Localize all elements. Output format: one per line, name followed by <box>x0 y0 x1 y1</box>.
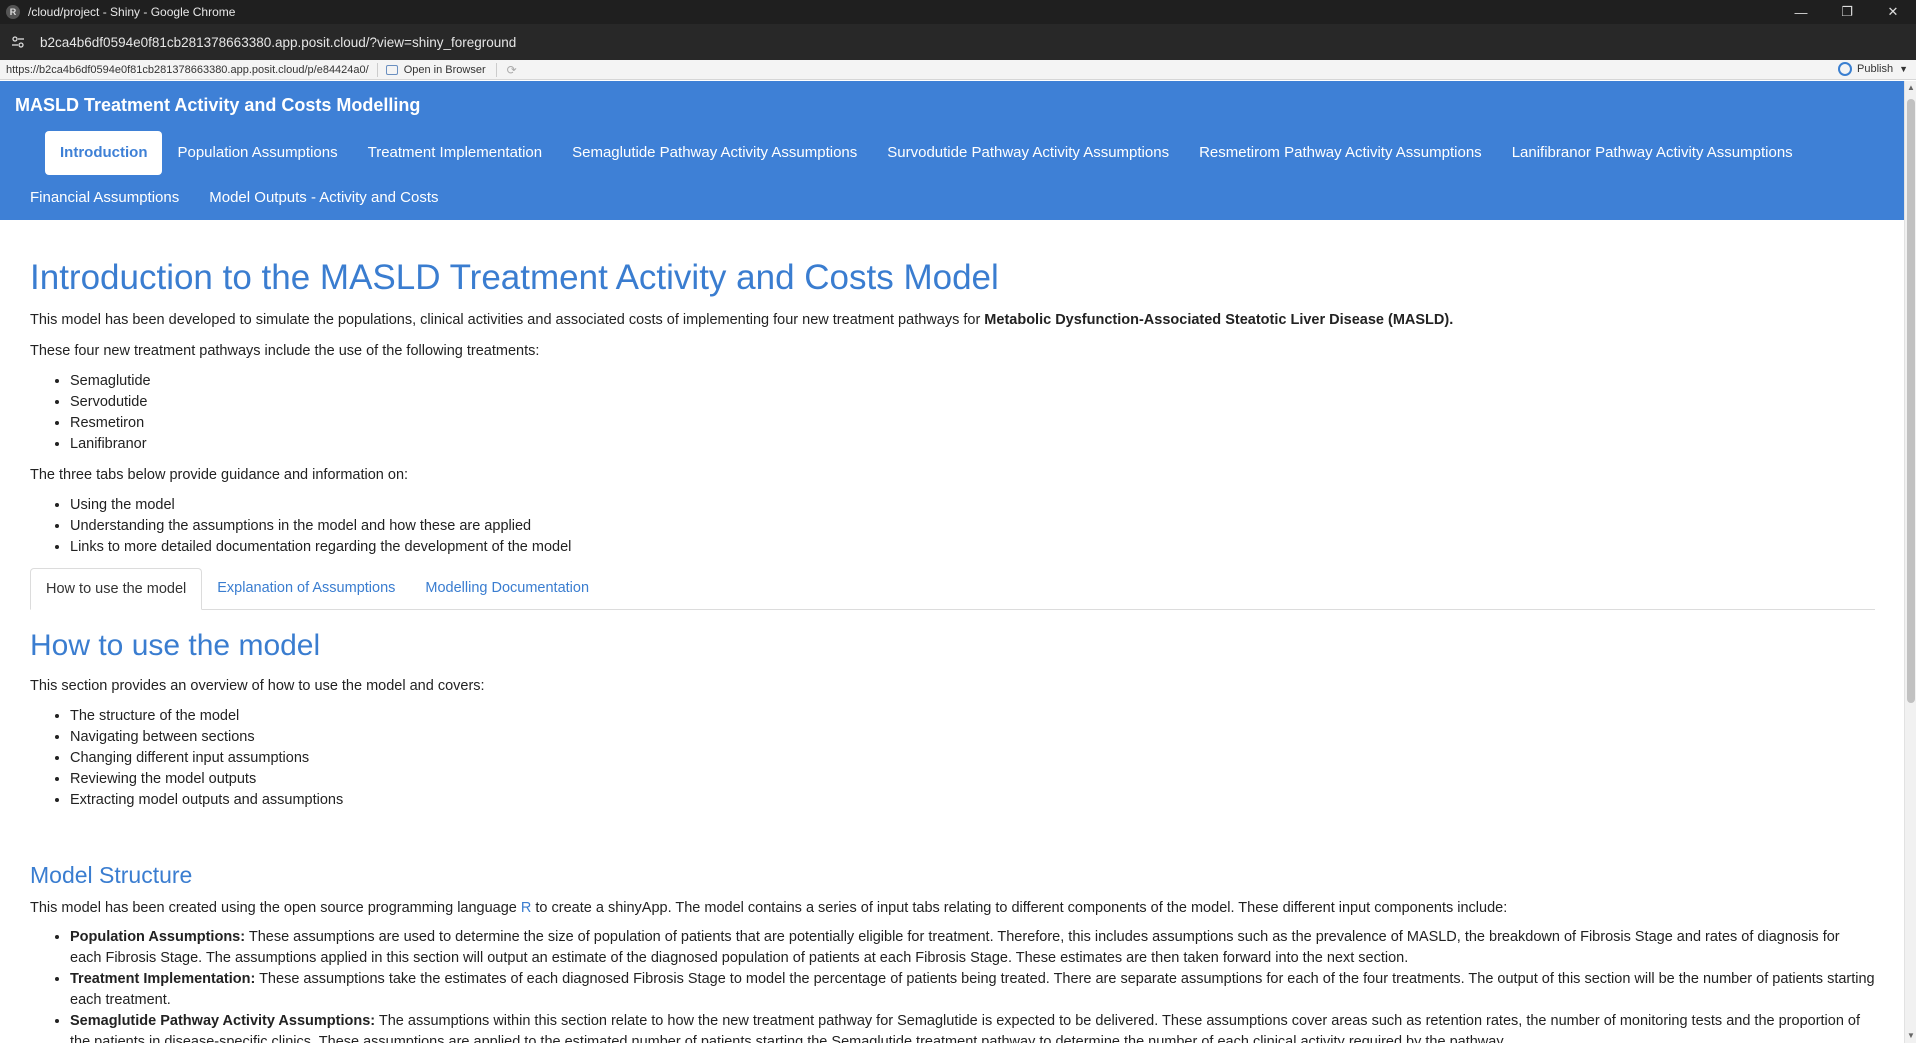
list-item: Treatment Implementation: These assumpti… <box>70 969 1875 1011</box>
guidance-list: Using the model Understanding the assump… <box>70 495 1875 558</box>
nav-resmetirom[interactable]: Resmetirom Pathway Activity Assumptions <box>1184 131 1497 175</box>
main-content: Introduction to the MASLD Treatment Acti… <box>30 220 1875 1043</box>
component-text: These assumptions are used to determine … <box>70 929 1840 966</box>
structure-paragraph: This model has been created using the op… <box>30 898 1875 918</box>
component-label: Population Assumptions: <box>70 929 246 945</box>
intro-paragraph-3: The three tabs below provide guidance an… <box>30 467 409 483</box>
publish-button[interactable]: Publish ▼ <box>1838 62 1908 76</box>
how-paragraph: This section provides an overview of how… <box>30 678 485 694</box>
list-item: Lanifibranor <box>70 434 1875 455</box>
component-text: These assumptions take the estimates of … <box>70 971 1875 1008</box>
scroll-down-icon[interactable]: ▼ <box>1905 1029 1916 1043</box>
vertical-scrollbar[interactable]: ▲ ▼ <box>1904 81 1916 1043</box>
nav-row-1: Introduction Population Assumptions Trea… <box>45 131 1808 175</box>
list-item: Resmetiron <box>70 413 1875 434</box>
component-label: Treatment Implementation: <box>70 971 256 987</box>
close-icon[interactable]: ✕ <box>1870 0 1916 24</box>
treatment-list: Semaglutide Servodutide Resmetiron Lanif… <box>70 371 1875 455</box>
r-link[interactable]: R <box>521 900 531 916</box>
open-browser-icon <box>385 64 398 75</box>
nav-row-2: Financial Assumptions Model Outputs - Ac… <box>15 176 454 220</box>
window-controls: — ❐ ✕ <box>1778 0 1916 24</box>
tab-modelling-documentation[interactable]: Modelling Documentation <box>410 568 604 610</box>
window-titlebar: R /cloud/project - Shiny - Google Chrome… <box>0 0 1916 24</box>
nav-treatment-implementation[interactable]: Treatment Implementation <box>353 131 558 175</box>
app-brand: MASLD Treatment Activity and Costs Model… <box>15 95 421 115</box>
shiny-app: MASLD Treatment Activity and Costs Model… <box>0 81 1904 1043</box>
list-item: Reviewing the model outputs <box>70 769 1875 790</box>
address-url[interactable]: b2ca4b6df0594e0f81cb281378663380.app.pos… <box>40 35 516 50</box>
tabset: How to use the model Explanation of Assu… <box>30 568 1875 610</box>
window-title: /cloud/project - Shiny - Google Chrome <box>28 5 236 19</box>
nav-population-assumptions[interactable]: Population Assumptions <box>162 131 352 175</box>
scroll-up-icon[interactable]: ▲ <box>1905 81 1916 95</box>
tab-how-to-use[interactable]: How to use the model <box>30 568 203 610</box>
minimize-icon[interactable]: — <box>1778 0 1824 24</box>
viewer-url[interactable]: https://b2ca4b6df0594e0f81cb281378663380… <box>0 62 378 77</box>
viewer-toolbar: https://b2ca4b6df0594e0f81cb281378663380… <box>0 60 1916 80</box>
nav-survodutide[interactable]: Survodutide Pathway Activity Assumptions <box>872 131 1184 175</box>
publish-label: Publish <box>1857 63 1894 75</box>
list-item: Links to more detailed documentation reg… <box>70 537 1875 558</box>
intro-paragraph-2: These four new treatment pathways includ… <box>30 343 540 359</box>
scrollbar-thumb[interactable] <box>1907 99 1915 703</box>
component-label: Semaglutide Pathway Activity Assumptions… <box>70 1013 376 1029</box>
page-title: Introduction to the MASLD Treatment Acti… <box>30 258 999 297</box>
open-in-browser-button[interactable]: Open in Browser <box>385 62 497 77</box>
nav-financial-assumptions[interactable]: Financial Assumptions <box>15 176 194 220</box>
list-item: Extracting model outputs and assumptions <box>70 790 1875 811</box>
list-item: Understanding the assumptions in the mod… <box>70 516 1875 537</box>
nav-introduction[interactable]: Introduction <box>45 131 163 175</box>
intro-bold: Metabolic Dysfunction-Associated Steatot… <box>984 312 1454 328</box>
list-item: Servodutide <box>70 392 1875 413</box>
components-list: Population Assumptions: These assumption… <box>70 927 1875 1043</box>
list-item: The structure of the model <box>70 706 1875 727</box>
nav-lanifibranor[interactable]: Lanifibranor Pathway Activity Assumption… <box>1497 131 1808 175</box>
address-bar[interactable]: b2ca4b6df0594e0f81cb281378663380.app.pos… <box>0 24 1916 60</box>
nav-semaglutide[interactable]: Semaglutide Pathway Activity Assumptions <box>557 131 872 175</box>
list-item: Population Assumptions: These assumption… <box>70 927 1875 969</box>
intro-paragraph-1: This model has been developed to simulat… <box>30 310 1875 330</box>
refresh-icon[interactable]: ⟳ <box>505 63 519 77</box>
publish-icon <box>1838 62 1852 76</box>
list-item: Using the model <box>70 495 1875 516</box>
section-title: How to use the model <box>30 629 321 662</box>
structure-text-pre: This model has been created using the op… <box>30 900 521 916</box>
site-info-icon[interactable] <box>10 34 26 50</box>
model-structure-title: Model Structure <box>30 862 193 888</box>
intro-text: This model has been developed to simulat… <box>30 312 985 328</box>
open-in-browser-label: Open in Browser <box>403 63 486 76</box>
restore-icon[interactable]: ❐ <box>1824 0 1870 24</box>
rstudio-icon: R <box>6 5 20 19</box>
structure-text-post: to create a shinyApp. The model contains… <box>531 900 1508 916</box>
tab-explanation-of-assumptions[interactable]: Explanation of Assumptions <box>202 568 410 610</box>
list-item: Navigating between sections <box>70 727 1875 748</box>
navbar: MASLD Treatment Activity and Costs Model… <box>0 81 1904 220</box>
list-item: Semaglutide Pathway Activity Assumptions… <box>70 1011 1875 1043</box>
list-item: Semaglutide <box>70 371 1875 392</box>
list-item: Changing different input assumptions <box>70 748 1875 769</box>
how-list: The structure of the model Navigating be… <box>70 706 1875 811</box>
chevron-down-icon: ▼ <box>1899 64 1908 74</box>
nav-model-outputs[interactable]: Model Outputs - Activity and Costs <box>194 176 453 220</box>
